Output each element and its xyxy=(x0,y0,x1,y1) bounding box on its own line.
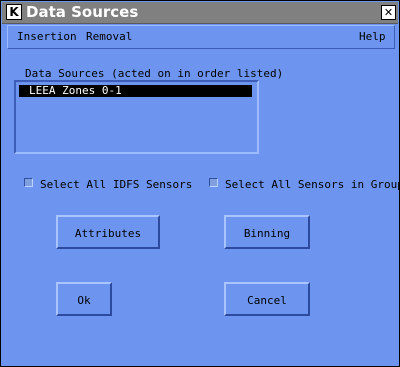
select-all-group-label[interactable]: Select All Sensors in Group xyxy=(225,178,400,191)
menu-bar: Insertion Removal Help xyxy=(7,25,395,49)
menu-removal[interactable]: Removal xyxy=(86,30,132,43)
ok-button[interactable]: Ok xyxy=(56,282,112,316)
select-all-group-checkbox[interactable] xyxy=(209,178,218,187)
app-icon[interactable]: K xyxy=(6,4,22,20)
cancel-button[interactable]: Cancel xyxy=(224,282,310,316)
close-icon[interactable]: ✕ xyxy=(381,5,396,20)
attributes-button[interactable]: Attributes xyxy=(56,215,160,249)
data-sources-label: Data Sources (acted on in order listed) xyxy=(25,67,284,80)
data-sources-list[interactable]: LEEA Zones 0-1 xyxy=(14,80,259,154)
select-all-idfs-label[interactable]: Select All IDFS Sensors xyxy=(40,178,192,191)
menu-insertion[interactable]: Insertion xyxy=(17,30,77,43)
binning-button[interactable]: Binning xyxy=(224,215,310,249)
window-title: Data Sources xyxy=(26,3,139,21)
list-item-selected[interactable]: LEEA Zones 0-1 xyxy=(19,85,252,97)
title-bar[interactable]: K Data Sources ✕ xyxy=(2,2,398,24)
menu-help[interactable]: Help xyxy=(359,30,386,43)
data-sources-window: K Data Sources ✕ Insertion Removal Help … xyxy=(0,0,400,367)
select-all-idfs-checkbox[interactable] xyxy=(24,178,33,187)
